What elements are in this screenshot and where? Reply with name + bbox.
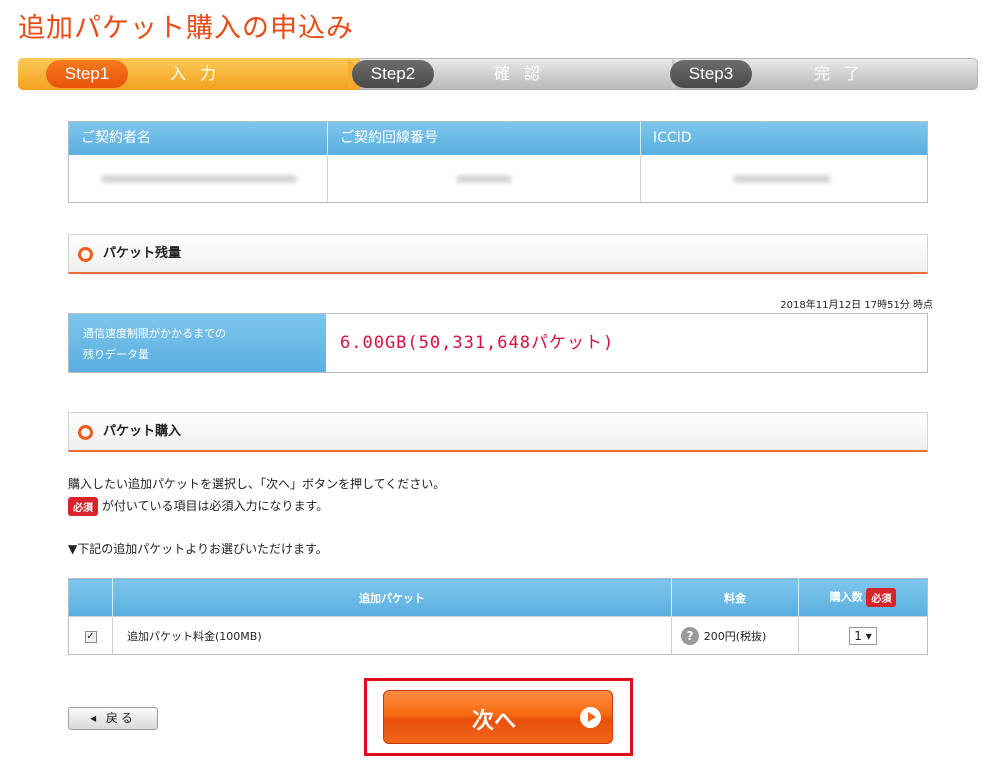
redacted-iccid (733, 175, 831, 183)
instruction-line3: ▼下記の追加パケットよりお選びいただけます。 (68, 542, 328, 556)
packet-purchase-table: 追加パケット 料金 購入数 必須 ✓ 追加パケット料金(100MB) ? 200… (68, 578, 928, 655)
table-header-row: 追加パケット 料金 購入数 必須 (68, 578, 928, 617)
next-button-label: 次へ (472, 709, 517, 734)
step3-pill: Step3 (670, 60, 752, 88)
remaining-timestamp: 2018年11月12日 17時51分 時点 (780, 300, 933, 311)
iccid-cell (641, 155, 927, 202)
step2-label: 確認 (494, 64, 555, 83)
contract-name-cell (69, 155, 328, 202)
back-arrow-icon: ◂ (90, 711, 100, 725)
redacted-line-number (456, 175, 512, 183)
remaining-label-line2: 残りデータ量 (83, 348, 149, 361)
circle-bullet-icon (78, 247, 93, 262)
contract-info-table: ご契約者名 ご契約回線番号 ICCID (68, 121, 928, 203)
remaining-label-line1: 通信速度制限がかかるまでの (83, 327, 226, 340)
price-column-header: 料金 (671, 578, 799, 617)
qty-header-text: 購入数 (829, 590, 863, 604)
item-name: 追加パケット料金(100MB) (127, 629, 262, 643)
help-question-icon[interactable]: ? (681, 627, 699, 645)
instruction-line2: 必須 が付いている項目は必須入力になります。 (68, 497, 328, 516)
step1-label: 入力 (170, 64, 231, 83)
section-header-purchase: パケット購入 (68, 412, 928, 452)
quantity-select[interactable]: 1 ▾ (849, 626, 877, 645)
step1-pill: Step1 (46, 60, 128, 88)
line-number-header: ご契約回線番号 (328, 122, 641, 155)
required-badge: 必須 (866, 588, 897, 607)
item-column-header: 追加パケット (112, 578, 672, 617)
item-cell: 追加パケット料金(100MB) ? (112, 616, 699, 655)
qty-column-header: 購入数 必須 (798, 578, 928, 617)
step2-pill: Step2 (352, 60, 434, 88)
remaining-data-box: 通信速度制限がかかるまでの 残りデータ量 6.00GB(50,331,648パケ… (68, 313, 928, 373)
packet-checkbox[interactable]: ✓ (84, 630, 97, 643)
next-button[interactable]: 次へ (383, 690, 613, 744)
remaining-label: 通信速度制限がかかるまでの 残りデータ量 (69, 314, 326, 372)
section-title-purchase: パケット購入 (103, 424, 182, 439)
page-title: 追加パケット購入の申込み (18, 13, 354, 44)
select-cell: ✓ (68, 616, 113, 655)
back-button[interactable]: ◂ 戻る (68, 707, 158, 730)
play-arrow-icon (580, 707, 601, 728)
contract-name-header: ご契約者名 (69, 122, 328, 155)
remaining-value: 6.00GB(50,331,648パケット) (340, 333, 615, 353)
section-title-remaining: パケット残量 (103, 246, 182, 261)
chevron-down-icon: ▾ (865, 628, 872, 643)
table-row: ✓ 追加パケット料金(100MB) ? 200円(税抜) 1 ▾ (68, 616, 928, 655)
quantity-value: 1 (854, 628, 862, 643)
back-button-label: 戻る (105, 711, 136, 725)
circle-bullet-icon (78, 425, 93, 440)
step-progress-bar: Step1 入力 Step2 確認 Step3 完了 (18, 58, 978, 90)
required-badge: 必須 (68, 497, 98, 516)
section-header-remaining: パケット残量 (68, 234, 928, 274)
instruction-line1: 購入したい追加パケットを選択し、「次へ」ボタンを押してください。 (68, 477, 446, 491)
iccid-header: ICCID (653, 130, 692, 146)
checkbox-column-header (68, 578, 113, 617)
redacted-contract-name (101, 175, 297, 183)
qty-cell: 1 ▾ (798, 616, 928, 655)
step3-label: 完了 (814, 64, 875, 83)
instruction-line2-text: が付いている項目は必須入力になります。 (101, 499, 329, 513)
line-number-cell (328, 155, 641, 202)
